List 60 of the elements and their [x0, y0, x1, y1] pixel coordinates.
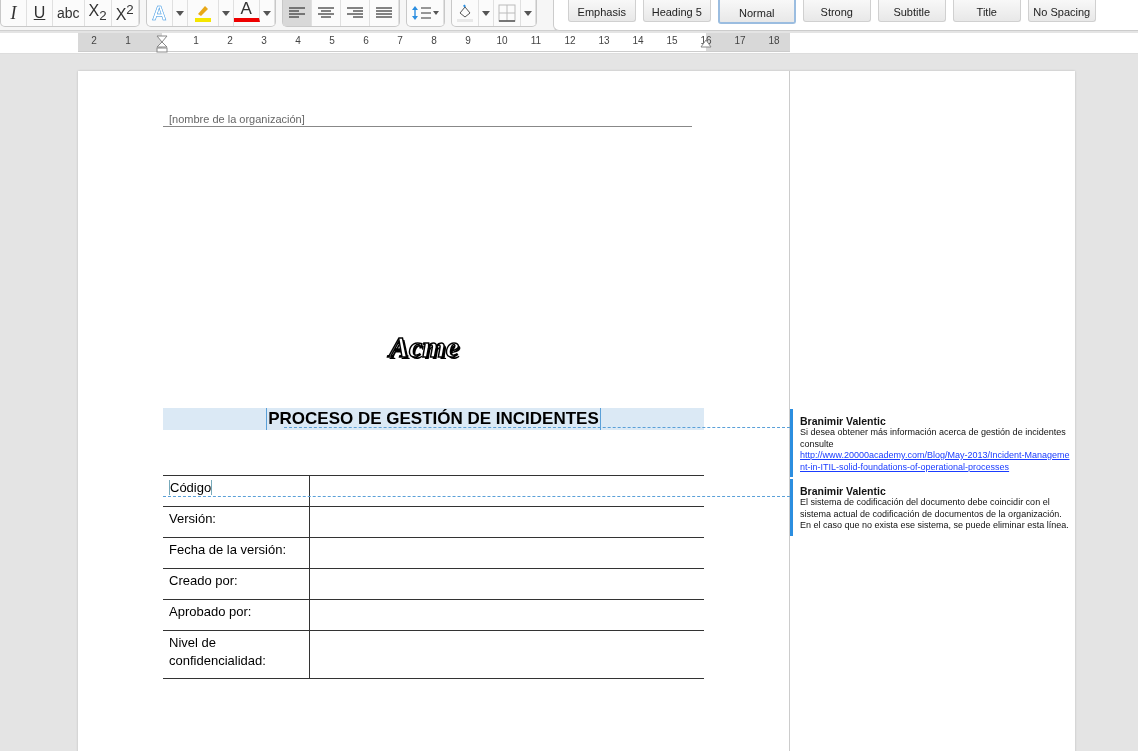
comment-text: Si desea obtener más información acerca de gestión de incidentes consulte http://www.20000academy.com/Blog/May-2013/Incident-Management-in-ITIL-solid-foundations-of-operational-processes: [800, 427, 1070, 473]
table-label: Aprobado por:: [169, 604, 252, 619]
comment-link[interactable]: http://www.20000academy.com/Blog/May-2013/Incident-Management-in-ITIL-solid-foundations-of-operational-processes: [800, 450, 1070, 473]
ruler-number: 3: [261, 35, 267, 46]
ruler-number: 12: [564, 35, 576, 46]
align-center-icon: [317, 7, 334, 19]
table-label: Versión:: [169, 511, 216, 526]
style-option[interactable]: Normal: [717, 0, 796, 24]
font-color-button[interactable]: A: [233, 0, 260, 22]
ruler-number: 10: [496, 35, 508, 46]
format-button[interactable]: U: [27, 0, 53, 26]
comment-text: El sistema de codificación del documento debe coincidir con el sistema actual de codificación de documentos de la organización. En el caso que no exista ese sistema, se puede eliminar esta línea.: [800, 497, 1070, 532]
ruler-number: 1: [193, 35, 199, 46]
header-text: [nombre de la organización]: [163, 113, 692, 127]
ruler-number: 1: [125, 35, 131, 46]
align-justify-icon: [375, 7, 392, 19]
comment-author: Branimir Valentic: [800, 485, 887, 497]
style-option[interactable]: Emphasis: [567, 0, 636, 22]
ruler-number: 11: [530, 35, 542, 46]
style-option[interactable]: Heading 5: [642, 0, 711, 22]
caret-icon: [175, 10, 184, 16]
paint-bucket-icon: [455, 4, 474, 22]
ruler-number: 7: [397, 35, 403, 46]
align-left-button[interactable]: [282, 0, 312, 26]
indent-marker-icon[interactable]: [156, 35, 168, 53]
caret-icon: [262, 10, 271, 16]
ruler-number: 13: [598, 35, 610, 46]
ruler-number: 18: [768, 35, 780, 46]
text-effects-button[interactable]: A: [146, 0, 173, 26]
ruler-number: 2: [91, 35, 97, 46]
ruler-number: 9: [465, 35, 471, 46]
style-option[interactable]: Title: [952, 0, 1021, 22]
document-title: PROCESO DE GESTIÓN DE INCIDENTES: [266, 408, 601, 430]
align-left-icon: [288, 7, 305, 19]
caret-icon: [481, 10, 490, 16]
caret-icon: [221, 10, 230, 16]
style-option[interactable]: Strong: [802, 0, 871, 22]
comment-author: Branimir Valentic: [800, 415, 887, 427]
ruler-number: 17: [734, 35, 746, 46]
table-label: Fecha de la versión:: [169, 542, 287, 557]
style-option[interactable]: Subtitle: [877, 0, 946, 22]
ruler-number: 2: [227, 35, 233, 46]
table-label: Creado por:: [169, 573, 238, 588]
line-spacing-icon: [410, 6, 439, 20]
format-button[interactable]: X$_{2}$: [84, 0, 112, 26]
ruler-number: 8: [431, 35, 437, 46]
ruler-number: 14: [632, 35, 644, 46]
format-button[interactable]: I: [1, 0, 27, 26]
ruler-number: 5: [329, 35, 335, 46]
table-label: Nivel de confidencialidad:: [169, 635, 266, 668]
ruler-number: 15: [666, 35, 678, 46]
table-label: Código: [169, 480, 213, 495]
format-button[interactable]: abc: [53, 0, 85, 26]
ruler-number: 4: [295, 35, 301, 46]
caret-icon: [523, 10, 532, 16]
style-option[interactable]: No Spacing: [1027, 0, 1096, 22]
format-button[interactable]: X$^{2}$: [111, 0, 139, 26]
align-right-icon: [346, 7, 363, 19]
grid-icon: [497, 4, 516, 22]
ruler-number: 6: [363, 35, 369, 46]
